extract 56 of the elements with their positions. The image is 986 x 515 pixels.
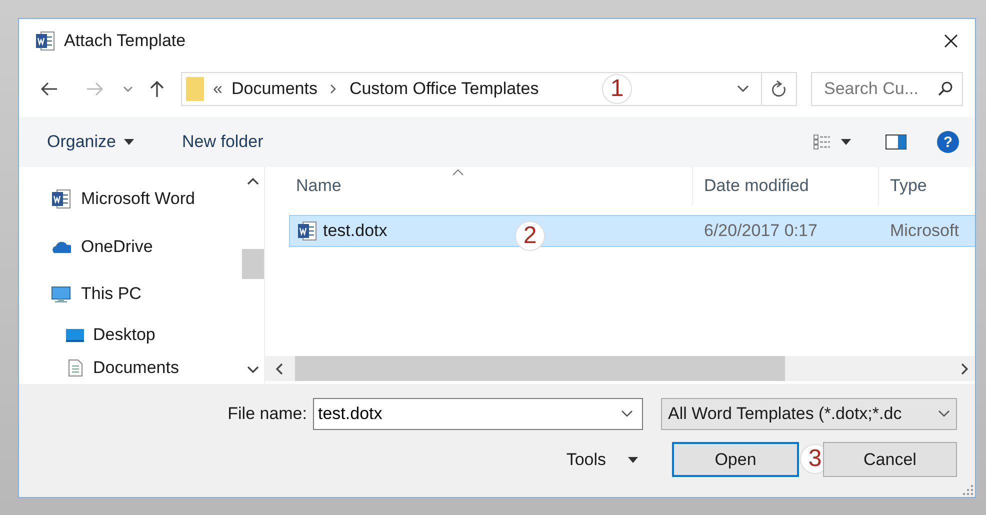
folder-icon — [185, 76, 205, 102]
scroll-down-icon[interactable] — [247, 366, 259, 374]
date-cell-text: 6/20/2017 0:17 — [703, 221, 818, 241]
word-document-icon — [51, 188, 71, 209]
nav-item[interactable]: This PC — [51, 270, 242, 318]
details-view-icon[interactable] — [813, 133, 831, 151]
up-arrow-icon[interactable] — [149, 80, 165, 98]
breadcrumb[interactable]: Custom Office Templates — [349, 79, 539, 99]
cancel-button[interactable]: Cancel — [823, 442, 957, 477]
column-header[interactable]: Name — [265, 167, 692, 205]
chevron-right-icon — [329, 84, 338, 94]
scroll-up-icon[interactable] — [247, 177, 259, 185]
file-name: test.dotx — [323, 221, 388, 241]
dropdown-arrow-icon — [124, 139, 134, 145]
chevron-down-icon — [938, 410, 950, 418]
step-badge: 1 — [602, 74, 632, 104]
chevron-down-icon[interactable] — [737, 85, 749, 93]
nav-item[interactable]: Microsoft Word — [51, 175, 242, 223]
close-icon[interactable] — [943, 33, 959, 49]
horizontal-scrollbar[interactable] — [265, 356, 975, 381]
preview-pane-icon[interactable] — [885, 134, 907, 150]
search-icon — [937, 81, 953, 97]
overflow-chevron[interactable]: « — [213, 79, 222, 99]
dropdown-arrow-icon — [628, 456, 638, 462]
scroll-thumb[interactable] — [295, 356, 785, 381]
back-icon[interactable] — [39, 81, 59, 97]
nav-item[interactable]: Documents — [65, 351, 242, 384]
toolbar-button[interactable]: New folder — [182, 128, 264, 156]
nav-item[interactable]: OneDrive — [51, 222, 242, 271]
field-label: File name: — [228, 404, 307, 424]
nav-item[interactable]: Desktop — [65, 318, 242, 352]
scroll-right-icon[interactable] — [961, 362, 969, 374]
chevron-down-icon[interactable] — [123, 85, 133, 93]
step-badge: 2 — [515, 221, 545, 251]
monitor-icon — [51, 284, 71, 304]
chevron-down-icon[interactable] — [621, 410, 633, 418]
sort-caret-icon — [452, 169, 464, 176]
scroll-thumb[interactable] — [242, 249, 264, 279]
file-type-dropdown[interactable]: All Word Templates (*.dotx;*.dc — [661, 398, 957, 430]
window-title: Attach Template — [64, 31, 187, 51]
dropdown-arrow-icon[interactable] — [841, 139, 851, 145]
type-cell-text: Microsoft — [889, 221, 960, 241]
menu-button[interactable]: Organize — [47, 128, 134, 156]
scroll-left-icon[interactable] — [275, 362, 283, 374]
menu-button[interactable]: Tools — [558, 442, 646, 477]
file-name-field[interactable]: test.dotx — [313, 398, 643, 430]
breadcrumb[interactable]: Documents — [231, 79, 318, 99]
search-field[interactable]: Search Cu... — [811, 72, 963, 106]
resize-grip-icon[interactable] — [963, 485, 973, 495]
word-app-icon — [35, 31, 55, 51]
open-button[interactable]: Open — [672, 442, 799, 477]
help-button[interactable]: ? — [937, 131, 959, 153]
address-bar[interactable]: « Documents Custom Office Templates 1 — [181, 72, 797, 106]
word-document-icon — [297, 221, 317, 241]
column-header[interactable]: Date modified — [692, 167, 878, 205]
column-header[interactable]: Type — [878, 167, 975, 205]
